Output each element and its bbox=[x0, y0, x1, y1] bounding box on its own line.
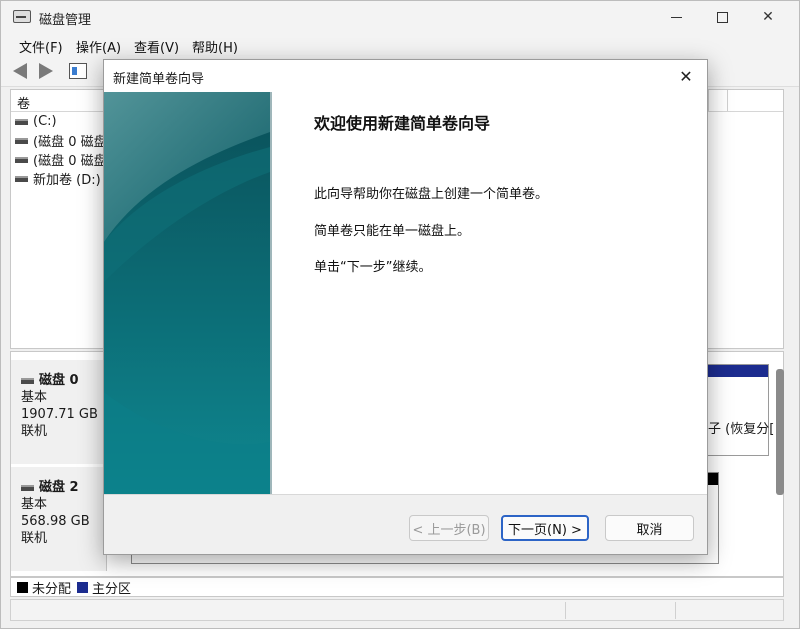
primary-partition-swatch bbox=[77, 581, 89, 593]
wizard-paragraph: 单击“下一步”继续。 bbox=[314, 260, 432, 275]
disk-management-icon bbox=[13, 10, 31, 23]
wizard-title: 新建简单卷向导 bbox=[113, 72, 205, 87]
disk-size: 1907.71 GB bbox=[21, 407, 98, 422]
disk-0-label[interactable]: 磁盘 0 基本 1907.71 GB 联机 bbox=[11, 360, 107, 464]
forward-arrow-icon[interactable] bbox=[39, 63, 59, 81]
column-divider[interactable] bbox=[727, 90, 728, 111]
title-bar: 磁盘管理 ✕ bbox=[1, 1, 799, 33]
volume-row[interactable]: 新加卷 (D:) bbox=[15, 169, 101, 188]
disk-name: 磁盘 2 bbox=[39, 480, 79, 495]
disk-status: 联机 bbox=[21, 531, 48, 546]
maximize-button[interactable] bbox=[699, 1, 745, 33]
volume-row[interactable]: (C:) bbox=[15, 112, 57, 131]
wizard-title-bar: 新建简单卷向导 ✕ bbox=[104, 60, 707, 92]
recovery-partition[interactable]: 子 (恢复分[ bbox=[707, 364, 774, 456]
disk-status: 联机 bbox=[21, 424, 48, 439]
column-header-volume[interactable]: 卷 bbox=[17, 93, 30, 112]
menu-bar: 文件(F) 操作(A) 查看(V) 帮助(H) bbox=[1, 33, 799, 57]
wizard-side-banner bbox=[104, 92, 270, 494]
status-divider bbox=[565, 602, 566, 619]
menu-file[interactable]: 文件(F) bbox=[19, 37, 63, 56]
legend-primary: 主分区 bbox=[92, 581, 132, 597]
window-title: 磁盘管理 bbox=[39, 13, 92, 28]
status-divider bbox=[675, 602, 676, 619]
wizard-paragraph: 此向导帮助你在磁盘上创建一个简单卷。 bbox=[314, 187, 549, 202]
wizard-paragraph: 简单卷只能在单一磁盘上。 bbox=[314, 224, 471, 239]
next-button[interactable]: 下一页(N) > bbox=[501, 515, 589, 541]
column-divider[interactable] bbox=[708, 90, 709, 111]
partition-label: 子 (恢复分[ bbox=[708, 422, 775, 437]
menu-view[interactable]: 查看(V) bbox=[134, 37, 179, 56]
status-bar bbox=[10, 599, 784, 621]
disk-name: 磁盘 0 bbox=[39, 373, 79, 388]
scrollbar-thumb[interactable] bbox=[776, 369, 784, 495]
legend: 未分配 主分区 bbox=[10, 577, 784, 597]
new-simple-volume-wizard: 新建简单卷向导 ✕ 欢迎使用新建简单卷向导 此向导帮助你在磁盘上创建一个简单卷。… bbox=[103, 59, 708, 555]
disk-icon bbox=[21, 484, 34, 491]
wizard-content: 欢迎使用新建简单卷向导 此向导帮助你在磁盘上创建一个简单卷。 简单卷只能在单一磁… bbox=[272, 92, 707, 494]
cancel-button[interactable]: 取消 bbox=[605, 515, 694, 541]
close-button[interactable]: ✕ bbox=[745, 1, 791, 33]
primary-partition-bar bbox=[708, 365, 768, 377]
volume-icon bbox=[15, 156, 28, 163]
maximize-icon bbox=[716, 11, 728, 23]
menu-help[interactable]: 帮助(H) bbox=[192, 37, 238, 56]
menu-action[interactable]: 操作(A) bbox=[76, 37, 121, 56]
volume-icon bbox=[15, 118, 28, 125]
wizard-close-button[interactable]: ✕ bbox=[670, 64, 702, 88]
legend-unallocated: 未分配 bbox=[32, 581, 72, 597]
disk-2-label[interactable]: 磁盘 2 基本 568.98 GB 联机 bbox=[11, 467, 107, 571]
volume-name: 新加卷 (D:) bbox=[33, 173, 101, 188]
back-arrow-icon[interactable] bbox=[13, 63, 33, 81]
close-icon: ✕ bbox=[679, 66, 693, 86]
minimize-button[interactable] bbox=[653, 1, 699, 33]
disk-size: 568.98 GB bbox=[21, 514, 90, 529]
disk-icon bbox=[21, 377, 34, 384]
wizard-heading: 欢迎使用新建简单卷向导 bbox=[314, 114, 491, 133]
volume-name: (C:) bbox=[33, 114, 57, 129]
unallocated-swatch bbox=[17, 581, 28, 593]
disk-type: 基本 bbox=[21, 390, 48, 405]
minimize-icon bbox=[670, 16, 682, 18]
back-button[interactable]: < 上一步(B) bbox=[409, 515, 489, 541]
volume-icon bbox=[15, 175, 28, 182]
close-icon: ✕ bbox=[762, 9, 774, 25]
disk-type: 基本 bbox=[21, 497, 48, 512]
banner-art bbox=[104, 92, 270, 494]
wizard-footer: < 上一步(B) 下一页(N) > 取消 bbox=[104, 494, 707, 554]
volume-icon bbox=[15, 137, 28, 144]
console-tree-icon[interactable] bbox=[69, 63, 87, 79]
